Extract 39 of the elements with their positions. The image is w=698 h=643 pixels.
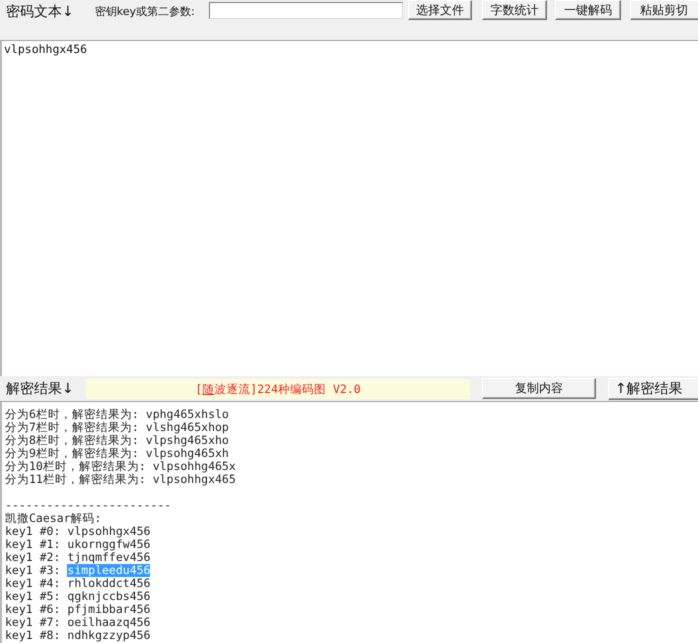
cipher-text-area[interactable]: vlpsohhgx456 xyxy=(0,41,698,376)
key-input-field[interactable] xyxy=(209,2,404,19)
copy-content-button[interactable]: 复制内容 xyxy=(482,378,596,399)
caesar-result-text: rhlokddct456 xyxy=(67,577,150,590)
caesar-result-text: pfjmibbar456 xyxy=(67,603,150,616)
toolbar-button[interactable]: 选择文件 xyxy=(408,0,472,20)
caesar-key-label: key1 #7: xyxy=(5,616,60,629)
caesar-key-label: key1 #2: xyxy=(5,551,60,564)
toolbar-button[interactable]: 粘贴剪切 xyxy=(630,0,698,20)
result-label: 解密结果↓ xyxy=(6,380,75,398)
caesar-title: 凯撒Caesar解码: xyxy=(5,512,102,525)
separator-line: ------------------------ xyxy=(5,499,172,512)
rail-result-line: 分为11栏时，解密结果为: vlpsohhgx465 xyxy=(5,473,236,486)
rail-result-line: 分为8栏时，解密结果为: vlpshg465xho xyxy=(5,434,229,447)
caesar-key-label: key1 #5: xyxy=(5,590,60,603)
caesar-key-label: key1 #6: xyxy=(5,603,60,616)
caesar-result-text: ukornggfw456 xyxy=(67,538,150,551)
caesar-result-text: vlpsohhgx456 xyxy=(67,525,150,538)
caesar-result-text: qgknjccbs456 xyxy=(67,590,150,603)
caesar-key-label: key1 #0: xyxy=(5,525,60,538)
title-banner: [随波逐流]224种编码图 V2.0 xyxy=(86,379,470,399)
rail-result-line: 分为9栏时，解密结果为: vlpsohg465xh xyxy=(5,447,229,460)
caesar-key-label: key1 #8: xyxy=(5,629,60,642)
key-label: 密钥key或第二参数: xyxy=(94,4,196,19)
rail-result-line: 分为6栏时，解密结果为: vphg465xhslo xyxy=(5,408,229,421)
caesar-key-label: key1 #4: xyxy=(5,577,60,590)
caesar-result-text: simpleedu456 xyxy=(67,564,150,577)
toolbar-button[interactable]: 字数统计 xyxy=(482,0,548,20)
result-transfer-button[interactable]: ↑解密结果 xyxy=(608,378,698,400)
rail-result-line: 分为7栏时，解密结果为: vlshg465xhop xyxy=(5,421,229,434)
caesar-result-text: tjnqmffev456 xyxy=(67,551,150,564)
caesar-result-text: oeilhaazq456 xyxy=(67,616,150,629)
caesar-result-text: ndhkgzzyp456 xyxy=(67,629,150,642)
toolbar-button[interactable]: 一键解码 xyxy=(555,0,622,20)
rail-result-line: 分为10栏时，解密结果为: vlpsohhg465x xyxy=(5,460,236,473)
caesar-key-label: key1 #1: xyxy=(5,538,60,551)
cipher-text-label: 密码文本↓ xyxy=(6,3,75,21)
result-text-area[interactable] xyxy=(0,402,698,643)
caesar-key-label: key1 #3: xyxy=(5,564,60,577)
